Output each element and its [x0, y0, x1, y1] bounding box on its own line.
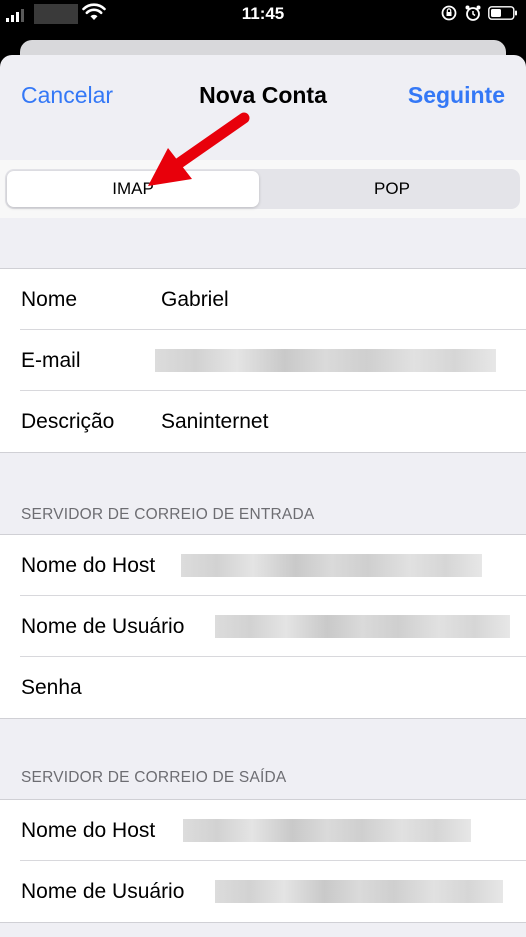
incoming-host-label: Nome do Host — [21, 554, 156, 577]
name-row[interactable]: Nome Gabriel — [0, 269, 526, 330]
orientation-lock-icon — [441, 5, 457, 21]
incoming-username-label: Nome de Usuário — [21, 615, 185, 638]
incoming-server-group: Nome do Host Nome de Usuário Senha — [0, 534, 526, 719]
incoming-host-field-redacted[interactable] — [181, 554, 482, 577]
account-info-group: Nome Gabriel E-mail Descrição Saninterne… — [0, 268, 526, 453]
outgoing-host-field-redacted[interactable] — [183, 819, 471, 842]
battery-icon — [488, 6, 517, 20]
description-row[interactable]: Descrição Saninternet — [0, 391, 526, 452]
incoming-server-header: SERVIDOR DE CORREIO DE ENTRADA — [21, 506, 315, 523]
outgoing-host-label: Nome do Host — [21, 819, 156, 842]
name-label: Nome — [21, 288, 78, 311]
outgoing-username-field-redacted[interactable] — [215, 880, 503, 903]
outgoing-username-label: Nome de Usuário — [21, 880, 185, 903]
alarm-icon — [465, 5, 481, 21]
outgoing-username-row[interactable]: Nome de Usuário — [0, 861, 526, 922]
incoming-host-row[interactable]: Nome do Host — [0, 535, 526, 596]
email-field-redacted[interactable] — [155, 349, 496, 372]
red-arrow-annotation — [148, 112, 250, 186]
name-field[interactable]: Gabriel — [161, 269, 229, 330]
description-label: Descrição — [21, 410, 115, 433]
status-bar: 11:45 — [0, 0, 526, 30]
outgoing-host-row[interactable]: Nome do Host — [0, 800, 526, 861]
outgoing-server-header: SERVIDOR DE CORREIO DE SAÍDA — [21, 769, 287, 786]
description-field[interactable]: Saninternet — [161, 391, 268, 452]
incoming-password-row[interactable]: Senha — [0, 657, 526, 718]
incoming-username-row[interactable]: Nome de Usuário — [0, 596, 526, 657]
outgoing-server-group: Nome do Host Nome de Usuário — [0, 799, 526, 923]
email-row[interactable]: E-mail — [0, 330, 526, 391]
email-label: E-mail — [21, 349, 81, 372]
incoming-username-field-redacted[interactable] — [215, 615, 510, 638]
incoming-password-label: Senha — [21, 676, 82, 699]
new-account-sheet: Cancelar Nova Conta Seguinte IMAP POP No… — [0, 55, 526, 937]
